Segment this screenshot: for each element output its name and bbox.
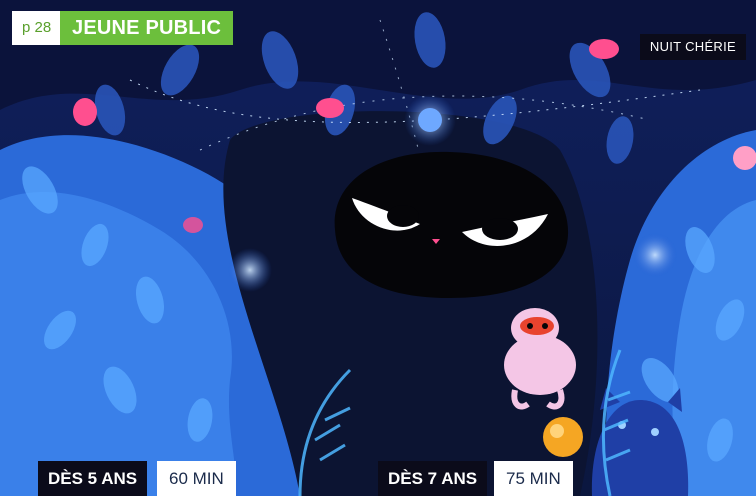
duration-badge-session-1: 60 MIN [157, 461, 236, 496]
section-title: JEUNE PUBLIC [60, 11, 234, 45]
duration-badge-session-2: 75 MIN [494, 461, 573, 496]
age-badge-session-2: DÈS 7 ANS [378, 461, 488, 496]
film-illustration [0, 0, 756, 496]
age-badge-session-1: DÈS 5 ANS [38, 461, 148, 496]
film-title: NUIT CHÉRIE [639, 34, 746, 60]
page-number: p 28 [12, 11, 62, 45]
